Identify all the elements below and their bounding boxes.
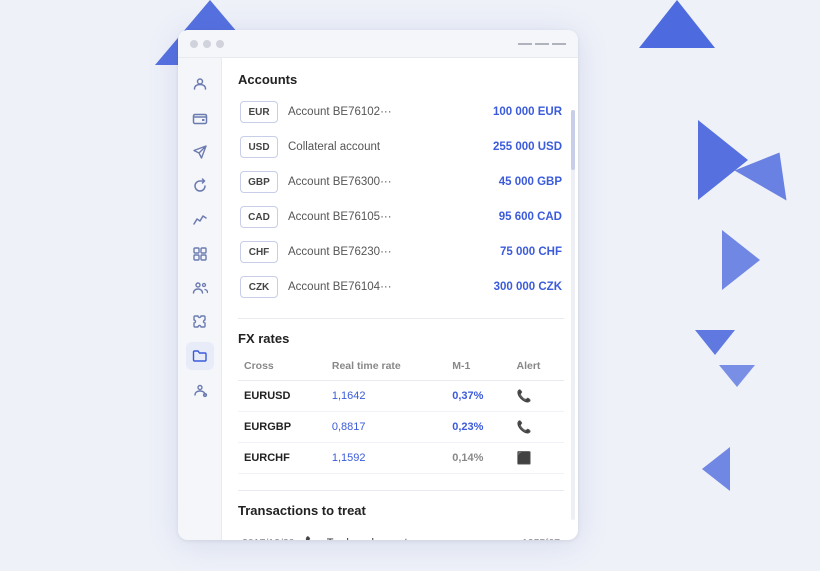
fx-table-header: Alert	[511, 356, 565, 381]
fx-m1: 0,37%	[446, 381, 510, 412]
account-name: Account BE76230···	[288, 246, 490, 258]
account-row[interactable]: CHF Account BE76230··· 75 000 CHF	[238, 237, 564, 267]
deco-triangle-far-right	[735, 138, 806, 201]
transaction-type-icon: 📞	[305, 536, 319, 540]
account-amount: 255 000 USD	[493, 141, 562, 153]
square-icon: ⬛	[517, 451, 532, 465]
sidebar-icon-layers[interactable]	[186, 240, 214, 268]
fx-table-row[interactable]: EURCHF1,15920,14% ⬛	[238, 443, 564, 474]
deco-triangle-lower-right	[695, 330, 735, 355]
sidebar-icon-chart[interactable]	[186, 206, 214, 234]
account-row[interactable]: USD Collateral account 255 000 USD	[238, 132, 564, 162]
sidebar-icon-user[interactable]	[186, 70, 214, 98]
sidebar-icon-send[interactable]	[186, 138, 214, 166]
currency-badge: USD	[240, 136, 278, 158]
fx-section: FX rates CrossReal time rateM-1Alert EUR…	[238, 331, 564, 474]
window-dot-3	[216, 40, 224, 48]
fx-table-header: Real time rate	[326, 356, 446, 381]
window-dot-2	[203, 40, 211, 48]
fx-table-row[interactable]: EURUSD1,16420,37% 📞	[238, 381, 564, 412]
fx-cross: EURCHF	[238, 443, 326, 474]
account-row[interactable]: CAD Account BE76105··· 95 600 CAD	[238, 202, 564, 232]
accounts-title: Accounts	[238, 72, 564, 87]
fx-m1: 0,14%	[446, 443, 510, 474]
deco-triangle-lower-right2	[719, 365, 755, 387]
fx-table-header: Cross	[238, 356, 326, 381]
account-amount: 75 000 CHF	[500, 246, 562, 258]
account-amount: 300 000 CZK	[494, 281, 562, 293]
phone-icon: 📞	[517, 420, 532, 434]
currency-badge: GBP	[240, 171, 278, 193]
account-amount: 100 000 EUR	[493, 106, 562, 118]
fx-alert[interactable]: ⬛	[511, 443, 565, 474]
transactions-title: Transactions to treat	[238, 503, 564, 518]
phone-icon: 📞	[517, 389, 532, 403]
deco-triangle-bottom-right	[702, 447, 730, 491]
sidebar-icon-wallet[interactable]	[186, 104, 214, 132]
deco-triangle-mid-right	[698, 120, 748, 200]
fx-cross: EURUSD	[238, 381, 326, 412]
menu-line-3	[552, 43, 566, 45]
account-amount: 45 000 GBP	[499, 176, 562, 188]
fx-rates-title: FX rates	[238, 331, 564, 346]
sidebar	[178, 58, 222, 540]
main-content: Accounts EUR Account BE76102··· 100 000 …	[222, 58, 578, 540]
sidebar-icon-person-settings[interactable]	[186, 376, 214, 404]
fx-cross: EURGBP	[238, 412, 326, 443]
account-amount: 95 600 CAD	[499, 211, 562, 223]
divider-2	[238, 490, 564, 491]
title-bar-menu[interactable]	[518, 43, 566, 45]
sidebar-icon-refresh[interactable]	[186, 172, 214, 200]
transactions-section: Transactions to treat 2017/12/29 📞 Trade…	[238, 503, 564, 540]
account-name: Account BE76105···	[288, 211, 489, 223]
fx-rate: 0,8817	[326, 412, 446, 443]
fx-rates-table: CrossReal time rateM-1Alert EURUSD1,1642…	[238, 356, 564, 474]
account-name: Account BE76102···	[288, 106, 483, 118]
window-dot-1	[190, 40, 198, 48]
scroll-track[interactable]	[571, 110, 575, 520]
transaction-description: Trade order sent	[327, 537, 514, 541]
account-name: Account BE76300···	[288, 176, 489, 188]
currency-badge: EUR	[240, 101, 278, 123]
currency-badge: CHF	[240, 241, 278, 263]
scroll-thumb[interactable]	[571, 110, 575, 170]
account-row[interactable]: CZK Account BE76104··· 300 000 CZK	[238, 272, 564, 302]
account-row[interactable]: GBP Account BE76300··· 45 000 GBP	[238, 167, 564, 197]
fx-alert[interactable]: 📞	[511, 381, 565, 412]
sidebar-icon-folder[interactable]	[186, 342, 214, 370]
deco-triangle-mid-right2	[722, 230, 760, 290]
transaction-id: 1955f67	[522, 537, 560, 541]
account-list: EUR Account BE76102··· 100 000 EUR USD C…	[238, 97, 564, 302]
fx-alert[interactable]: 📞	[511, 412, 565, 443]
currency-badge: CAD	[240, 206, 278, 228]
sidebar-icon-puzzle[interactable]	[186, 308, 214, 336]
account-name: Account BE76104···	[288, 281, 484, 293]
currency-badge: CZK	[240, 276, 278, 298]
window-card: Accounts EUR Account BE76102··· 100 000 …	[178, 30, 578, 540]
fx-table-row[interactable]: EURGBP0,88170,23% 📞	[238, 412, 564, 443]
sidebar-icon-contacts[interactable]	[186, 274, 214, 302]
divider-1	[238, 318, 564, 319]
title-bar	[178, 30, 578, 58]
transaction-row[interactable]: 2017/12/29 📞 Trade order sent 1955f67	[238, 528, 564, 540]
transaction-date: 2017/12/29	[242, 537, 297, 541]
account-row[interactable]: EUR Account BE76102··· 100 000 EUR	[238, 97, 564, 127]
deco-triangle-top-right	[639, 0, 715, 48]
menu-line-1	[518, 43, 532, 45]
fx-rate: 1,1642	[326, 381, 446, 412]
fx-m1: 0,23%	[446, 412, 510, 443]
account-name: Collateral account	[288, 141, 483, 153]
menu-line-2	[535, 43, 549, 45]
fx-table-header: M-1	[446, 356, 510, 381]
fx-rate: 1,1592	[326, 443, 446, 474]
